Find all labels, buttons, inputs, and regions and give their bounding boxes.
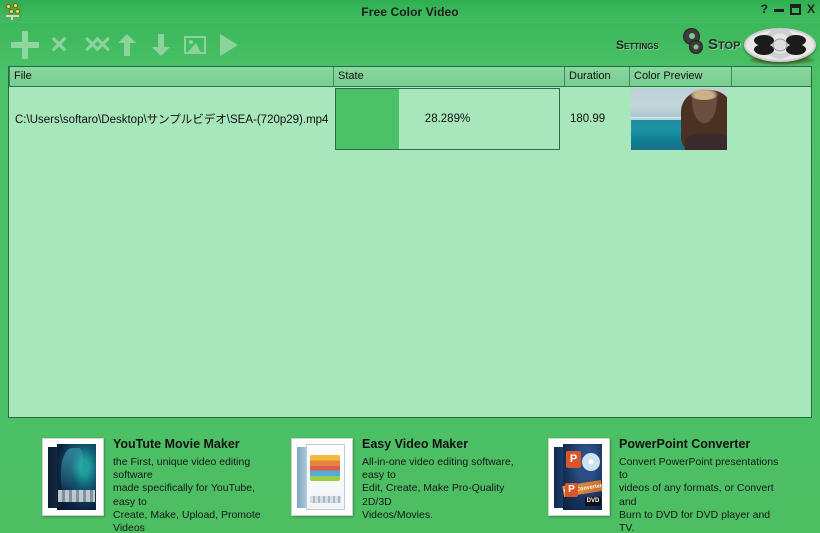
- promo-text-powerpoint: PowerPoint Converter Convert PowerPoint …: [610, 428, 783, 533]
- cell-duration: 180.99: [570, 113, 606, 125]
- cell-color-preview: [630, 87, 732, 151]
- promo-description: the First, unique video editing software…: [113, 456, 261, 533]
- remove-file-icon[interactable]: ✕: [42, 28, 76, 62]
- stop-label: Stop: [708, 35, 741, 53]
- powerpoint-logo-icon: P: [566, 451, 581, 468]
- column-header-state[interactable]: State: [334, 67, 565, 86]
- promo-youtube-movie-maker[interactable]: YouTute Movie Maker the First, unique vi…: [42, 428, 274, 533]
- progress-bar: 28.289%: [335, 88, 560, 150]
- toolbar: ✕ ✕✕ Settings Stop: [0, 23, 820, 66]
- promo-title: YouTute Movie Maker: [113, 437, 240, 451]
- promo-powerpoint-converter[interactable]: P PPT Converter P DVD PowerPoint Convert…: [548, 428, 783, 533]
- promo-title: PowerPoint Converter: [619, 437, 751, 451]
- minimize-button[interactable]: [773, 4, 784, 14]
- move-up-icon[interactable]: [110, 28, 144, 62]
- promo-banner-area: YouTute Movie Maker the First, unique vi…: [0, 428, 820, 533]
- remove-all-files-icon[interactable]: ✕✕: [76, 28, 112, 62]
- promo-box-image-easy-video: [291, 438, 353, 516]
- app-window: Free Color Video ? X ✕ ✕✕ Settings Stop: [0, 0, 820, 533]
- dvd-logo-icon: DVD: [585, 497, 601, 506]
- add-file-icon[interactable]: [8, 28, 42, 62]
- move-down-icon[interactable]: [144, 28, 178, 62]
- window-title: Free Color Video: [361, 4, 459, 19]
- file-list-header: File State Duration Color Preview: [9, 67, 811, 87]
- app-icon: [3, 2, 22, 21]
- snapshot-icon[interactable]: [178, 28, 212, 62]
- maximize-button[interactable]: [789, 3, 801, 15]
- close-button[interactable]: X: [807, 2, 815, 16]
- file-list-panel: File State Duration Color Preview C:\Use…: [8, 66, 812, 418]
- promo-box-image-youtube: [42, 438, 104, 516]
- promo-description: All-in-one video editing software, easy …: [362, 456, 514, 521]
- column-header-extra[interactable]: [732, 67, 811, 86]
- window-controls: ? X: [761, 2, 815, 16]
- powerpoint-logo-icon-2: P: [565, 483, 578, 497]
- column-header-duration[interactable]: Duration: [565, 67, 630, 86]
- promo-box-image-powerpoint: P PPT Converter P DVD: [548, 438, 610, 516]
- gear-icon-small: [690, 40, 702, 53]
- settings-button[interactable]: Settings: [616, 28, 702, 61]
- cell-state: 28.289%: [334, 87, 565, 151]
- cell-file-path: C:\Users\softaro\Desktop\サンプルビデオ\SEA-(72…: [15, 114, 329, 126]
- toolbar-right-group: Settings Stop: [616, 23, 816, 66]
- film-reel-icon: [744, 27, 816, 62]
- column-header-color-preview[interactable]: Color Preview: [630, 67, 732, 86]
- file-list-body[interactable]: C:\Users\softaro\Desktop\サンプルビデオ\SEA-(72…: [9, 87, 811, 417]
- table-row[interactable]: C:\Users\softaro\Desktop\サンプルビデオ\SEA-(72…: [9, 87, 811, 151]
- title-bar: Free Color Video ? X: [0, 0, 820, 23]
- promo-description: Convert PowerPoint presentations to vide…: [619, 456, 779, 533]
- column-header-file[interactable]: File: [9, 67, 334, 86]
- promo-text-youtube: YouTute Movie Maker the First, unique vi…: [104, 428, 274, 533]
- promo-easy-video-maker[interactable]: Easy Video Maker All-in-one video editin…: [291, 428, 523, 533]
- promo-text-easy-video: Easy Video Maker All-in-one video editin…: [353, 428, 523, 533]
- settings-label: Settings: [616, 37, 659, 52]
- beach-thumbnail: [631, 88, 727, 150]
- play-icon[interactable]: [212, 28, 246, 62]
- help-button[interactable]: ?: [761, 2, 768, 16]
- stop-button[interactable]: Stop: [706, 26, 816, 64]
- promo-title: Easy Video Maker: [362, 437, 469, 451]
- progress-percent-label: 28.289%: [424, 113, 471, 125]
